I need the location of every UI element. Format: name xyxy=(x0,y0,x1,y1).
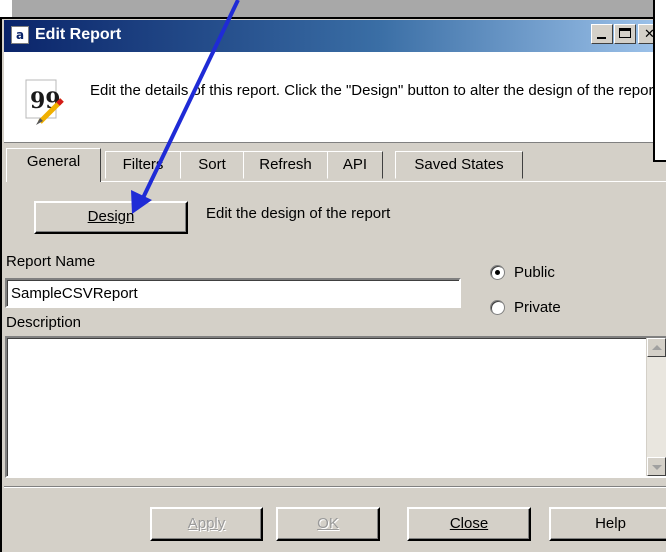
arrow-head xyxy=(131,190,152,214)
screenshot-frame: a Edit Report ✕ 99 Edit the details of t… xyxy=(0,0,666,552)
annotation-arrow xyxy=(131,0,240,214)
arrow-shaft xyxy=(140,0,240,201)
tab-general[interactable]: General xyxy=(6,148,101,182)
